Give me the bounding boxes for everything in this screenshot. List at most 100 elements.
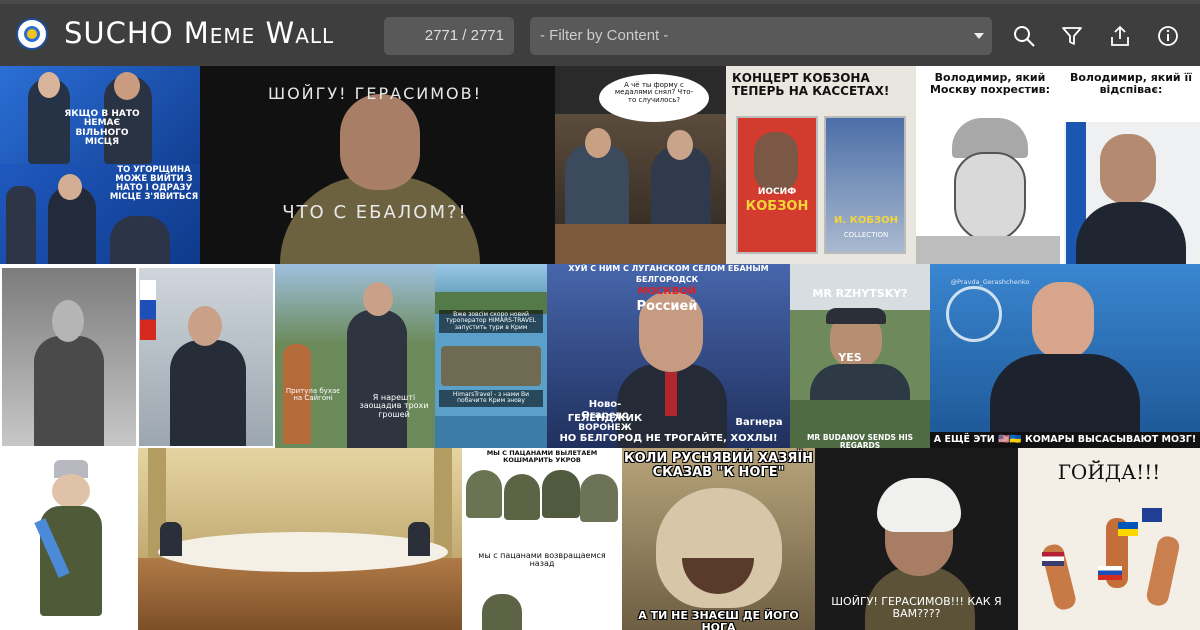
pilot-helmet xyxy=(580,474,618,522)
meme-tile-shoigu-meeting[interactable]: А чё ты форму с медалями снял? Что-то сл… xyxy=(555,66,726,264)
meme-caption-top: Вже зовсім скоро новий туроператор HIMAR… xyxy=(439,310,543,333)
meme-tile-miss-queen[interactable] xyxy=(0,448,138,630)
person-head xyxy=(1032,282,1094,360)
himars-vehicle xyxy=(441,346,541,386)
meme-tile-belgorod[interactable]: ХУЙ С НИМ С ЛУГАНСКОМ СЕЛОМ ЕБАНЫМ БЕЛГО… xyxy=(547,264,790,448)
sucho-logo[interactable] xyxy=(16,18,48,50)
meme-tile-himars-travel[interactable]: Вже зовсім скоро новий туроператор HIMAR… xyxy=(435,264,547,448)
person-head xyxy=(58,174,82,200)
meme-caption-top: ЯКЩО В НАТО НЕМАЄ ВІЛЬНОГО МІСЦЯ xyxy=(64,109,140,148)
app-title-main: SUCHO xyxy=(64,16,174,50)
person-head xyxy=(38,72,60,98)
meme-caption-top: ГОЙДА!!! xyxy=(1057,460,1161,484)
meme-caption-right: Вагнера xyxy=(735,417,783,428)
flag-icon xyxy=(1098,566,1122,580)
person-figure xyxy=(347,310,407,448)
meme-caption-line2: БЕЛГОРОДСК xyxy=(635,275,699,284)
meme-tile-dog-nogi[interactable]: КОЛИ РУСНЯВИЙ ХАЗЯЇН СКАЗАВ "К НОГЕ" А Т… xyxy=(622,448,815,630)
meme-caption-line4: Россией xyxy=(636,299,698,314)
tie xyxy=(665,372,677,416)
person-head xyxy=(1100,134,1156,204)
meme-caption-left: Притула бухає на Сайгоні xyxy=(285,387,341,403)
meme-caption-bottom: НО БЕЛГОРОД НЕ ТРОГАЙТЕ, ХОХЛЫ! xyxy=(559,433,778,444)
meme-caption-top: ШОЙГУ! ГЕРАСИМОВ! xyxy=(267,84,483,103)
photo-sea xyxy=(435,416,547,448)
flag-icon xyxy=(1042,552,1064,566)
meme-tile-long-table[interactable] xyxy=(138,448,462,630)
app-title: SUCHO Meme Wall xyxy=(64,16,334,50)
person-body xyxy=(990,354,1140,432)
meme-caption-bottom: мы с пацанами возвращаемся назад xyxy=(478,551,606,569)
share-icon[interactable] xyxy=(1108,24,1132,48)
item-counter[interactable]: 2771 / 2771 xyxy=(384,17,514,55)
info-icon[interactable] xyxy=(1156,24,1180,48)
meme-tile-prigozhin-wig[interactable]: ШОЙГУ! ГЕРАСИМОВ!!! КАК Я ВАМ???? xyxy=(815,448,1018,630)
chevron-down-icon xyxy=(974,33,984,39)
meme-caption-top: MR RZHYTSKY? xyxy=(812,287,908,300)
person-figure xyxy=(160,522,182,556)
filter-icon[interactable] xyxy=(1060,24,1084,48)
column xyxy=(434,448,452,558)
meme-caption-right: Володимир, який її відспіває: xyxy=(1069,71,1193,96)
meme-tile-prigozhin-shoigu[interactable]: ШОЙГУ! ГЕРАСИМОВ! ЧТО С ЕБАЛОМ?! xyxy=(200,66,555,264)
ancient-figure xyxy=(1144,534,1182,608)
flag-icon xyxy=(1118,522,1138,536)
meme-tile-goyda[interactable]: ГОЙДА!!! xyxy=(1018,448,1200,630)
meme-caption-bottom: ЧТО С ЕБАЛОМ?! xyxy=(282,202,468,223)
person-head xyxy=(114,72,140,100)
meme-caption-mid: YES xyxy=(838,351,862,364)
person-head xyxy=(340,94,420,190)
cap xyxy=(826,308,886,324)
person-head xyxy=(188,306,222,346)
meme-caption-top: КОЛИ РУСНЯВИЙ ХАЗЯЇН СКАЗАВ "К НОГЕ" xyxy=(623,451,814,480)
meme-caption-bottom: MR BUDANOV SENDS HIS REGARDS xyxy=(806,433,914,448)
pilot-helmet xyxy=(466,470,502,518)
person-head xyxy=(585,128,611,158)
pilot-helmet xyxy=(542,470,580,518)
content-filter-select[interactable]: - Filter by Content - xyxy=(530,17,992,55)
cassette-label-2: И. КОБЗОН xyxy=(834,215,898,226)
meme-tile-budanov-regards[interactable]: MR RZHYTSKY? YES MR BUDANOV SENDS HIS RE… xyxy=(790,264,930,448)
meme-caption-right: Я нарешті заощадив трохи грошей xyxy=(359,393,429,419)
flag-icon xyxy=(1142,508,1162,522)
meme-tile-speech-comparison[interactable] xyxy=(0,264,275,448)
long-table xyxy=(158,532,448,572)
person-head xyxy=(52,474,90,508)
person-body xyxy=(810,364,910,400)
pilot-helmet xyxy=(504,474,540,520)
person-figure xyxy=(110,216,170,264)
person-head xyxy=(363,282,393,316)
meme-caption-bottom: А ЕЩЁ ЭТИ 🇺🇸🇺🇦 КОМАРЫ ВЫСАСЫВАЮТ МОЗГ! xyxy=(930,432,1200,448)
cassette-label-2b: COLLECTION xyxy=(843,231,889,239)
content-filter-label: - Filter by Content - xyxy=(540,27,669,44)
meme-table xyxy=(555,224,726,264)
portrait-shoulders xyxy=(916,236,1060,264)
meme-tile-nato-hungary[interactable]: ЯКЩО В НАТО НЕМАЄ ВІЛЬНОГО МІСЦЯ ТО УГОР… xyxy=(0,66,200,264)
person-figure xyxy=(170,340,246,446)
meme-caption-bottom: А ТИ НЕ ЗНАЄШ ДЕ ЙОГО НОГА xyxy=(638,609,799,630)
person-body xyxy=(40,506,102,616)
meme-tile-un-mosquitoes[interactable]: @Pravda_Gerashchenko А ЕЩЁ ЭТИ 🇺🇸🇺🇦 КОМА… xyxy=(930,264,1200,448)
meme-caption-left: Володимир, який Москву похрестив: xyxy=(929,71,1050,96)
person-head xyxy=(754,132,798,192)
app-title-sub: Meme Wall xyxy=(183,16,335,50)
top-bar: SUCHO Meme Wall 2771 / 2771 - Filter by … xyxy=(0,0,1200,66)
portrait-sketch xyxy=(954,152,1026,242)
meme-caption-bottom: ШОЙГУ! ГЕРАСИМОВ!!! КАК Я ВАМ???? xyxy=(831,595,1002,620)
meme-caption-top: МЫ С ПАЦАНАМИ ВЫЛЕТАЕМ КОШМАРИТЬ УКРОВ xyxy=(486,449,598,464)
meme-caption-bottom: HimarsTravel - з нами Ви побачите Крим з… xyxy=(439,390,543,407)
meme-caption-top: ХУЙ С НИМ С ЛУГАНСКОМ СЕЛОМ ЕБАНЫМ xyxy=(568,264,769,273)
meme-tile-pilots-return[interactable]: МЫ С ПАЦАНАМИ ВЫЛЕТАЕМ КОШМАРИТЬ УКРОВ м… xyxy=(462,448,622,630)
meme-caption-top: КОНЦЕРТ КОБЗОНА ТЕПЕРЬ НА КАССЕТАХ! xyxy=(732,71,890,98)
cassette-label-1a: ИОСИФ xyxy=(757,187,797,197)
search-icon[interactable] xyxy=(1012,24,1036,48)
meme-caption-line3: МОСКВОЙ xyxy=(637,286,697,297)
flag-icon xyxy=(140,280,156,340)
person-figure xyxy=(408,522,430,556)
cassette-label-1b: КОБЗОН xyxy=(745,199,809,214)
meme-caption-bottom: ТО УГОРЩИНА МОЖЕ ВИЙТИ З НАТО І ОДРАЗУ М… xyxy=(109,165,199,202)
person-figure xyxy=(34,336,104,446)
meme-tile-volodymyr[interactable]: Володимир, який Москву похрестив: Володи… xyxy=(916,66,1200,264)
meme-tile-prytula-savings[interactable]: Притула бухає на Сайгоні Я нарешті заоща… xyxy=(275,264,435,448)
meme-tile-kobzon-cassettes[interactable]: КОНЦЕРТ КОБЗОНА ТЕПЕРЬ НА КАССЕТАХ! ИОСИ… xyxy=(726,66,916,264)
